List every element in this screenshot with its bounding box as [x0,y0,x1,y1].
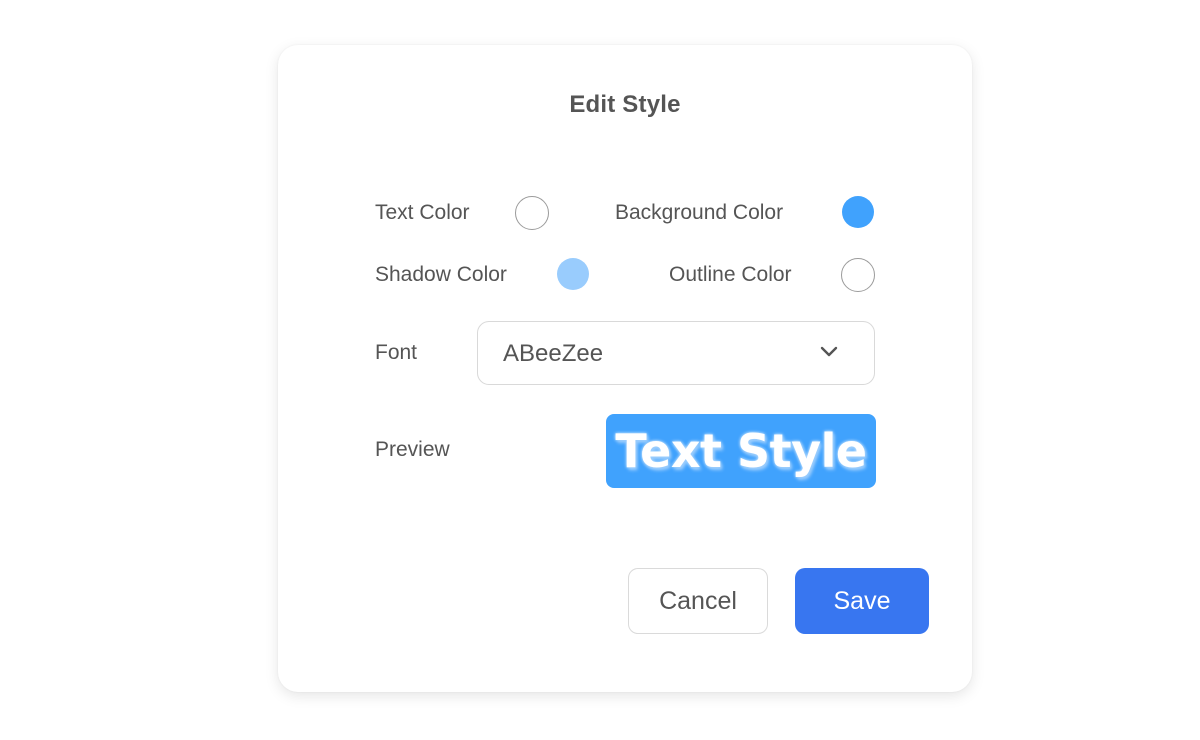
preview-sample-text: Text Style [615,424,867,478]
text-color-label: Text Color [375,201,470,224]
font-label: Font [375,341,418,364]
edit-style-dialog: Edit Style Text Color Background Color S… [278,45,972,692]
preview-label: Preview [375,438,450,461]
font-select-value: ABeeZee [503,340,604,367]
font-select[interactable]: ABeeZee [477,321,875,385]
cancel-button[interactable]: Cancel [628,568,768,634]
preview-box: Text Style [606,414,876,488]
chevron-down-icon [820,346,838,357]
outline-color-swatch[interactable] [841,258,875,292]
save-button[interactable]: Save [795,568,929,634]
outline-color-label: Outline Color [669,263,792,286]
background-color-swatch[interactable] [842,196,874,228]
text-color-swatch[interactable] [515,196,549,230]
shadow-color-label: Shadow Color [375,263,507,286]
dialog-title: Edit Style [569,91,681,118]
shadow-color-swatch[interactable] [557,258,589,290]
background-color-label: Background Color [615,201,784,224]
